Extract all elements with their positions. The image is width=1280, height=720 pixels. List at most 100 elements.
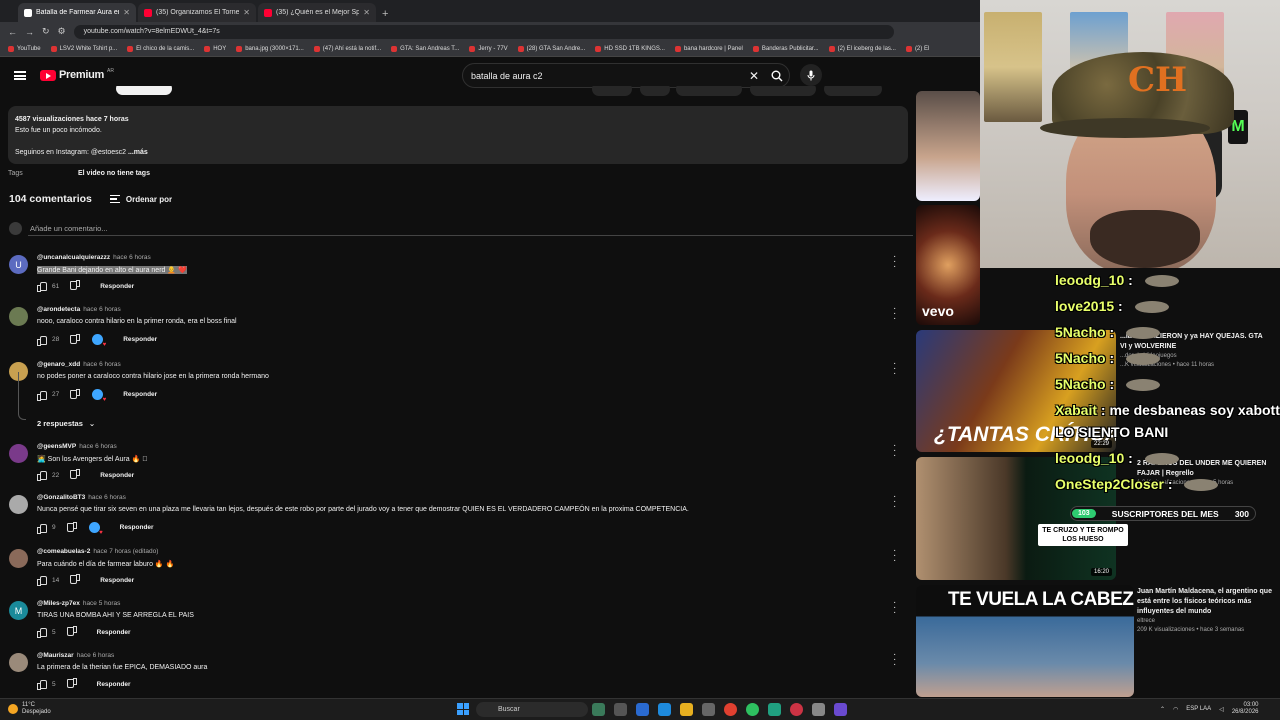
like-button[interactable] <box>592 86 632 96</box>
comment-author[interactable]: @arondetecta <box>37 306 80 313</box>
like-icon[interactable] <box>37 576 47 586</box>
bookmark-item[interactable]: (2) El iceberg de las... <box>828 45 896 52</box>
bookmark-item[interactable]: HD SSD 1TB KINGS... <box>595 45 665 52</box>
task-view-icon[interactable] <box>614 703 627 716</box>
search-icon[interactable] <box>765 64 789 87</box>
reply-button[interactable]: Responder <box>123 391 157 398</box>
more-options-icon[interactable]: · · · <box>893 359 896 379</box>
comment-time[interactable]: hace 6 horas <box>79 443 117 450</box>
like-icon[interactable] <box>37 628 47 638</box>
comment-author[interactable]: @uncanalcualquierazzz <box>37 254 110 261</box>
dislike-icon[interactable] <box>71 336 80 344</box>
taskbar-search[interactable]: Buscar <box>476 702 588 717</box>
avatar[interactable] <box>9 549 28 568</box>
dislike-button[interactable] <box>640 86 670 96</box>
ask-button[interactable] <box>750 86 816 96</box>
comment-author[interactable]: @GonzalitoBT3 <box>37 494 85 501</box>
chrome-icon[interactable] <box>724 703 737 716</box>
bookmark-item[interactable]: bana.jpg (3000×171... <box>236 45 304 52</box>
close-tab-icon[interactable]: ✕ <box>363 8 370 17</box>
app-icon[interactable] <box>812 703 825 716</box>
subscribe-button[interactable] <box>116 86 172 95</box>
forward-icon[interactable]: → <box>25 27 34 37</box>
clock[interactable]: 03:00 26/8/2026 <box>1232 702 1259 716</box>
browser-tab-2[interactable]: (35) Organizamos El Torneo M...✕ <box>138 3 256 22</box>
sort-button[interactable]: Ordenar por <box>109 195 172 204</box>
bookmark-item[interactable]: (2) El <box>905 45 929 52</box>
like-icon[interactable] <box>37 523 47 534</box>
url-input[interactable]: youtube.com/watch?v=8elmEDWUt_4&t=7s <box>73 24 894 39</box>
dislike-icon[interactable] <box>71 576 80 584</box>
recommendation-thumbnail[interactable]: vevo <box>916 205 980 325</box>
search-input[interactable]: batalla de aura c2 <box>471 71 743 81</box>
avatar[interactable] <box>9 307 28 326</box>
like-icon[interactable] <box>37 335 47 346</box>
language-indicator[interactable]: ESP LAA <box>1186 706 1211 712</box>
dislike-icon[interactable] <box>71 391 80 399</box>
avatar[interactable] <box>9 653 28 672</box>
more-options-icon[interactable]: · · · <box>893 492 896 512</box>
like-icon[interactable] <box>37 282 47 292</box>
dislike-icon[interactable] <box>68 628 77 636</box>
comment-author[interactable]: @geensMVP <box>37 443 76 450</box>
app-icon[interactable] <box>768 703 781 716</box>
more-options-icon[interactable]: · · · <box>893 650 896 670</box>
clear-search-icon[interactable]: ✕ <box>743 69 765 83</box>
more-options-icon[interactable]: · · · <box>893 304 896 324</box>
reply-button[interactable]: Responder <box>100 283 134 290</box>
view-replies-button[interactable]: 2 respuestas ⌄ <box>37 419 95 428</box>
recommendation-thumbnail[interactable]: TE VUELA LA CABEZA <box>916 585 1134 697</box>
bookmark-item[interactable]: YouTube <box>8 45 41 52</box>
like-icon[interactable] <box>37 471 47 481</box>
avatar[interactable]: U <box>9 255 28 274</box>
video-description[interactable]: 4587 visualizaciones hace 7 horas Esto f… <box>8 106 908 164</box>
comment-time[interactable]: hace 6 horas <box>83 361 121 368</box>
bookmark-item[interactable]: El chico de la camis... <box>127 45 194 52</box>
more-options-icon[interactable]: · · · <box>893 252 896 272</box>
start-icon[interactable] <box>457 703 469 715</box>
bookmark-item[interactable]: Jerry - 77V <box>469 45 508 52</box>
bookmark-item[interactable]: GTA: San Andreas T... <box>391 45 459 52</box>
close-tab-icon[interactable]: ✕ <box>123 8 130 17</box>
comment-time[interactable]: hace 6 horas <box>113 254 151 261</box>
new-tab-icon[interactable]: + <box>382 8 388 20</box>
save-button[interactable] <box>824 86 882 96</box>
chevron-up-icon[interactable]: ⌃ <box>1160 706 1165 713</box>
browser-tab-3[interactable]: (35) ¿Quién es el Mejor Spider...✕ <box>258 3 376 22</box>
folder-icon[interactable] <box>680 703 693 716</box>
bookmark-item[interactable]: HOY <box>204 45 226 52</box>
bookmark-item[interactable]: Banderas Publicitar... <box>752 45 819 52</box>
show-more-link[interactable]: ...más <box>128 149 148 156</box>
more-options-icon[interactable]: · · · <box>893 598 896 618</box>
app-icon[interactable] <box>636 703 649 716</box>
reply-button[interactable]: Responder <box>100 577 134 584</box>
voice-search-icon[interactable] <box>800 64 822 86</box>
comment-author[interactable]: @Mauriszar <box>37 652 74 659</box>
recommendation-info[interactable]: Juan Martín Maldacena, el argentino que … <box>1137 587 1279 635</box>
browser-tab-1[interactable]: Batalla de Farmear Aura en el...✕ <box>18 3 136 22</box>
bookmark-item[interactable]: LSV2 White Tshirt p... <box>50 45 117 52</box>
spotify-icon[interactable] <box>746 703 759 716</box>
wifi-icon[interactable]: ◠ <box>1173 706 1178 713</box>
reply-button[interactable]: Responder <box>97 629 131 636</box>
bookmark-item[interactable]: bana hardcore | Panel <box>674 45 743 52</box>
more-options-icon[interactable]: · · · <box>893 441 896 461</box>
dislike-icon[interactable] <box>68 680 77 688</box>
comment-author[interactable]: @Miles-zp7ex <box>37 600 80 607</box>
app-icon[interactable] <box>834 703 847 716</box>
avatar[interactable] <box>9 495 28 514</box>
reload-icon[interactable]: ↻ <box>42 26 50 37</box>
avatar[interactable]: M <box>9 601 28 620</box>
like-icon[interactable] <box>37 680 47 690</box>
reply-button[interactable]: Responder <box>100 472 134 479</box>
comment-time[interactable]: hace 6 horas <box>77 652 115 659</box>
comment-author[interactable]: @comeabuelas-2 <box>37 548 90 555</box>
site-info-icon[interactable]: ⚙ <box>58 26 66 37</box>
back-icon[interactable]: ← <box>8 27 17 37</box>
reply-button[interactable]: Responder <box>123 336 157 343</box>
add-comment-row[interactable]: Añade un comentario... <box>9 222 913 236</box>
youtube-logo[interactable]: Premium AR <box>40 68 114 81</box>
recommendation-thumbnail[interactable] <box>916 91 980 201</box>
avatar[interactable] <box>9 444 28 463</box>
weather-widget[interactable]: 11°C Despejado <box>8 702 51 716</box>
